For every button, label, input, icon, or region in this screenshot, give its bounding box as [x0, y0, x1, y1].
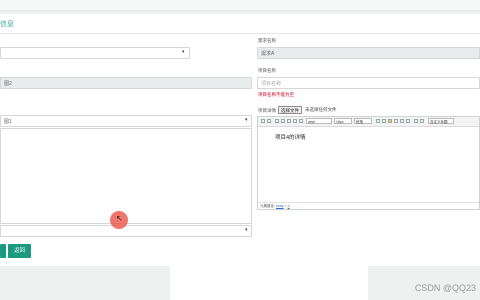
left-select-4[interactable]	[0, 225, 252, 237]
bold-icon[interactable]	[275, 119, 279, 123]
chevron-down-icon: ▾	[182, 49, 185, 55]
undo-icon[interactable]	[261, 119, 265, 123]
underline-icon[interactable]	[287, 119, 291, 123]
editor-toolbar: arial 16px 段落 自定义标题	[258, 117, 479, 127]
italic-icon[interactable]	[281, 119, 285, 123]
divider	[0, 33, 480, 34]
choose-file-button[interactable]: 选择文件	[278, 106, 302, 114]
watermark: CSDN @QQ23	[414, 283, 476, 293]
redo-icon[interactable]	[267, 119, 271, 123]
align-center-icon[interactable]	[394, 119, 398, 123]
file-status-text: 未选择任何文件	[305, 107, 337, 112]
bottom-area	[170, 266, 368, 300]
editor-statusbar: 元素路径: body > p	[258, 202, 479, 209]
format-icon[interactable]	[299, 119, 303, 123]
panel-title: 信息	[0, 21, 14, 28]
project-detail-label: 项目详情	[258, 108, 276, 113]
highlight-icon[interactable]	[388, 119, 392, 123]
rich-text-editor: arial 16px 段落 自定义标题 项目4的详情 元素路径: body > …	[257, 116, 480, 210]
element-path-p[interactable]: p	[288, 204, 290, 208]
project-name-error: 项目名称不能为空	[258, 92, 294, 97]
chevron-down-icon: ▾	[245, 227, 248, 233]
back-button[interactable]: 返回	[8, 244, 31, 258]
bg-color-icon[interactable]	[420, 119, 424, 123]
list-icon[interactable]	[376, 119, 380, 123]
strikethrough-icon[interactable]	[293, 119, 297, 123]
custom-title-select[interactable]: 自定义标题	[428, 118, 454, 124]
chevron-down-icon: ▾	[245, 117, 248, 123]
element-path-label: 元素路径:	[260, 204, 275, 208]
font-size-select[interactable]: 16px	[334, 118, 352, 124]
paragraph-select[interactable]: 段落	[354, 118, 372, 124]
align-right-icon[interactable]	[400, 119, 404, 123]
left-select-1[interactable]	[0, 47, 190, 59]
editor-content[interactable]: 项目4的详情	[275, 133, 306, 141]
left-textarea[interactable]	[0, 128, 252, 224]
align-justify-icon[interactable]	[406, 119, 410, 123]
align-left-icon[interactable]	[382, 119, 386, 123]
project-name-input[interactable]: 项目名称	[257, 77, 480, 89]
font-color-icon[interactable]	[414, 119, 418, 123]
demand-name-label: 需求名称	[258, 38, 276, 43]
left-image-field-2[interactable]: 图2	[0, 77, 252, 89]
element-path-body[interactable]: body	[276, 204, 284, 208]
left-select-3[interactable]: 图1	[0, 115, 252, 127]
submit-button[interactable]	[0, 244, 6, 258]
font-family-select[interactable]: arial	[306, 118, 332, 124]
demand-name-field[interactable]: 需求A	[257, 47, 480, 59]
project-name-label: 项目名称	[258, 68, 276, 73]
mouse-pointer-icon: ↖	[116, 214, 123, 223]
top-bar	[0, 0, 480, 11]
